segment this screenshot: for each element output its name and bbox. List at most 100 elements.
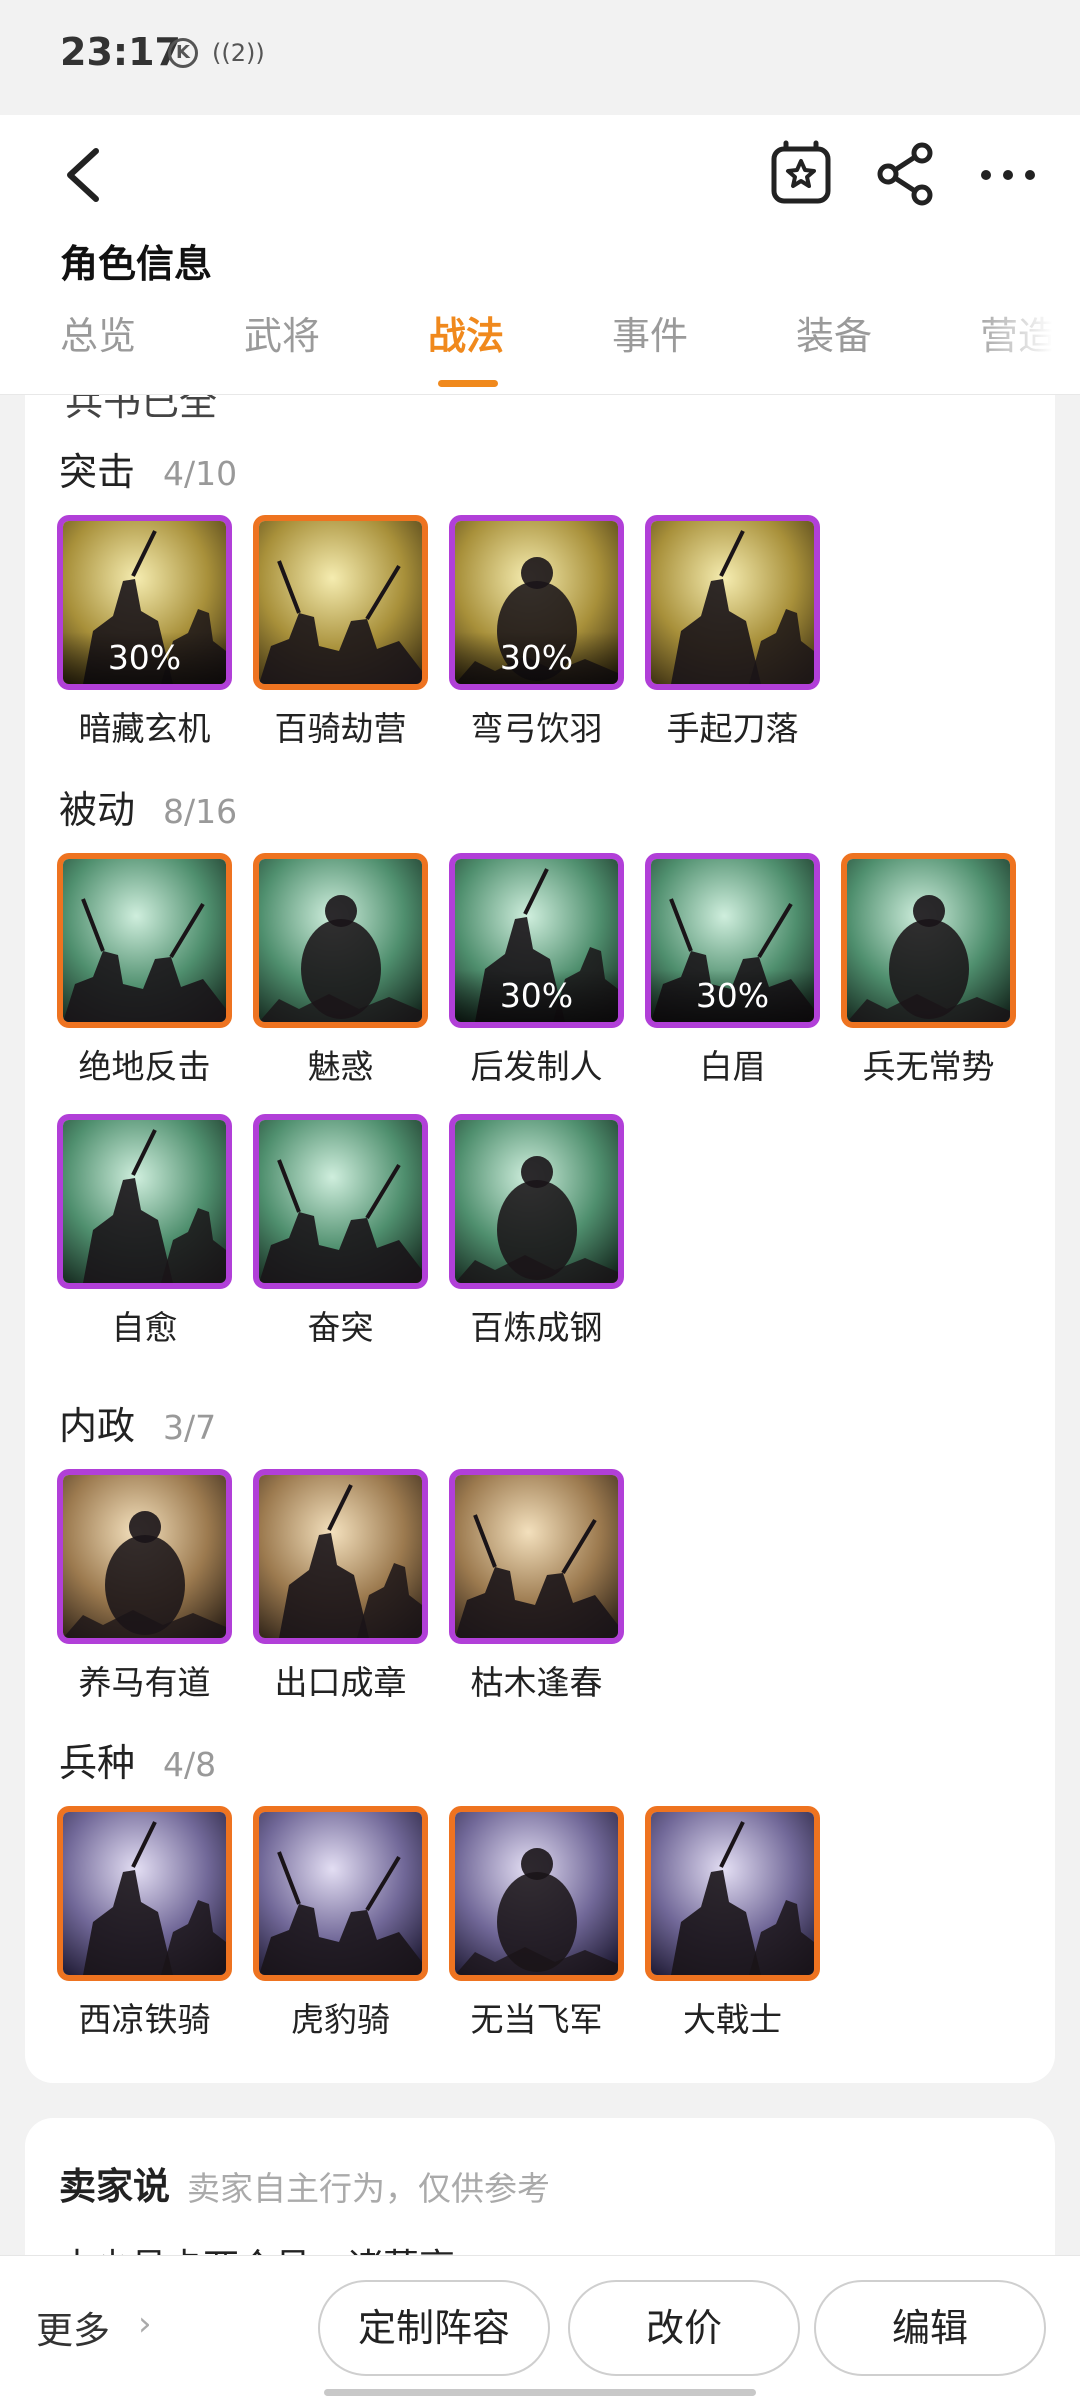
section-count: 4/8 — [163, 1745, 217, 1784]
skill-name: 百骑劫营 — [274, 709, 407, 748]
status-bar: 23:17 K ((2)) — [0, 0, 1080, 115]
more-button[interactable]: 更多 — [36, 2300, 110, 2354]
status-time: 23:17 — [60, 30, 181, 74]
tab-events[interactable]: 事件 — [612, 305, 752, 360]
skill-item[interactable]: 魅惑 — [253, 853, 428, 1088]
skill-frame: 30% — [57, 515, 232, 690]
skill-artwork-icon — [455, 1475, 618, 1638]
scrolled-cut-text: 兵书已全 — [65, 395, 218, 424]
skill-frame — [253, 1806, 428, 1981]
section-title: 内政 — [59, 1404, 136, 1448]
skill-frame — [253, 515, 428, 690]
skill-name: 出口成章 — [274, 1663, 407, 1702]
skill-item[interactable]: 出口成章 — [253, 1469, 428, 1704]
skill-frame — [645, 515, 820, 690]
skill-name: 无当飞军 — [470, 2000, 603, 2039]
skill-artwork-icon — [63, 1120, 226, 1283]
skill-frame — [449, 1114, 624, 1289]
section-header: 突击 4/10 — [59, 441, 237, 496]
tactics-card: 兵书已全 突击 4/10 30% 暗藏玄机 百骑劫营 30% 弯弓饮羽 手起刀落被动 8/16 绝… — [25, 395, 1055, 2083]
skill-item[interactable]: 30% 白眉 — [645, 853, 820, 1088]
skill-name: 魅惑 — [307, 1047, 374, 1086]
skill-name: 白眉 — [699, 1047, 766, 1086]
skill-item[interactable]: 西凉铁骑 — [57, 1806, 232, 2041]
section-title: 兵种 — [59, 1741, 136, 1785]
section-header: 被动 8/16 — [59, 779, 237, 834]
section-count: 3/7 — [163, 1408, 217, 1447]
skill-frame — [645, 1806, 820, 1981]
skill-name: 大戟士 — [683, 2000, 782, 2039]
share-icon — [877, 142, 933, 206]
star-bookmark-icon — [771, 140, 831, 204]
tab-fade — [970, 305, 1080, 385]
chevron-right-icon: › — [138, 2304, 152, 2344]
skill-item[interactable]: 虎豹骑 — [253, 1806, 428, 2041]
skill-item[interactable]: 30% 后发制人 — [449, 853, 624, 1088]
more-dots-icon — [981, 170, 1035, 180]
skill-percentage-badge: 30% — [651, 970, 814, 1022]
skill-frame — [253, 1114, 428, 1289]
more-options-button[interactable] — [972, 137, 1044, 209]
customize-lineup-button[interactable]: 定制阵容 — [318, 2280, 550, 2376]
section-header: 兵种 4/8 — [59, 1732, 216, 1787]
seller-card: 卖家说 卖家自主行为，仅供参考 本少号卡两个号，诸葛亮 — [25, 2118, 1055, 2258]
seller-title: 卖家说 — [59, 2165, 170, 2208]
active-tab-indicator — [438, 380, 498, 387]
skill-item[interactable]: 自愈 — [57, 1114, 232, 1349]
skill-artwork-icon — [259, 1812, 422, 1975]
skill-name: 绝地反击 — [78, 1047, 211, 1086]
skill-name: 虎豹骑 — [291, 2000, 390, 2039]
change-price-button[interactable]: 改价 — [568, 2280, 800, 2376]
skill-item[interactable]: 奋突 — [253, 1114, 428, 1349]
top-header: 角色信息 总览 武将 战法 事件 装备 营造 — [0, 115, 1080, 395]
tab-tactics[interactable]: 战法 — [428, 305, 568, 360]
skill-frame — [841, 853, 1016, 1028]
skill-frame: 30% — [645, 853, 820, 1028]
skill-artwork-icon — [63, 859, 226, 1022]
skill-name: 自愈 — [111, 1308, 178, 1347]
skill-item[interactable]: 枯木逢春 — [449, 1469, 624, 1704]
skill-name: 暗藏玄机 — [78, 709, 211, 748]
back-button[interactable] — [56, 145, 116, 205]
skill-frame — [449, 1806, 624, 1981]
bottom-bar: 更多 › 定制阵容 改价 编辑 — [0, 2255, 1080, 2400]
skill-name: 西凉铁骑 — [78, 2000, 211, 2039]
favorite-button[interactable] — [766, 137, 838, 209]
skill-item[interactable]: 30% 弯弓饮羽 — [449, 515, 624, 750]
section-header: 内政 3/7 — [59, 1395, 216, 1450]
tab-overview[interactable]: 总览 — [60, 305, 200, 360]
section-title: 突击 — [59, 450, 136, 494]
skill-item[interactable]: 百炼成钢 — [449, 1114, 624, 1349]
skill-artwork-icon — [651, 521, 814, 684]
skill-item[interactable]: 30% 暗藏玄机 — [57, 515, 232, 750]
skill-item[interactable]: 百骑劫营 — [253, 515, 428, 750]
tab-equipment[interactable]: 装备 — [796, 305, 936, 360]
skill-item[interactable]: 无当飞军 — [449, 1806, 624, 2041]
skill-artwork-icon — [63, 1475, 226, 1638]
skill-percentage-badge: 30% — [63, 632, 226, 684]
back-arrow-icon — [67, 148, 99, 202]
skill-percentage-badge: 30% — [455, 632, 618, 684]
skill-item[interactable]: 兵无常势 — [841, 853, 1016, 1088]
skill-item[interactable]: 手起刀落 — [645, 515, 820, 750]
skill-name: 养马有道 — [78, 1663, 211, 1702]
skill-name: 后发制人 — [470, 1047, 603, 1086]
skill-name: 奋突 — [307, 1308, 374, 1347]
page-title: 角色信息 — [60, 242, 213, 286]
share-button[interactable] — [870, 137, 942, 209]
skill-percentage-badge: 30% — [455, 970, 618, 1022]
tab-bar: 总览 武将 战法 事件 装备 营造 — [0, 305, 1080, 395]
skill-artwork-icon — [847, 859, 1010, 1022]
skill-name: 手起刀落 — [666, 709, 799, 748]
skill-artwork-icon — [259, 521, 422, 684]
edit-button[interactable]: 编辑 — [814, 2280, 1046, 2376]
skill-item[interactable]: 绝地反击 — [57, 853, 232, 1088]
skill-item[interactable]: 大戟士 — [645, 1806, 820, 2041]
skill-item[interactable]: 养马有道 — [57, 1469, 232, 1704]
skill-frame — [253, 853, 428, 1028]
skill-frame — [57, 1469, 232, 1644]
skill-frame: 30% — [449, 515, 624, 690]
skill-artwork-icon — [63, 1812, 226, 1975]
skill-frame — [253, 1469, 428, 1644]
tab-generals[interactable]: 武将 — [244, 305, 384, 360]
